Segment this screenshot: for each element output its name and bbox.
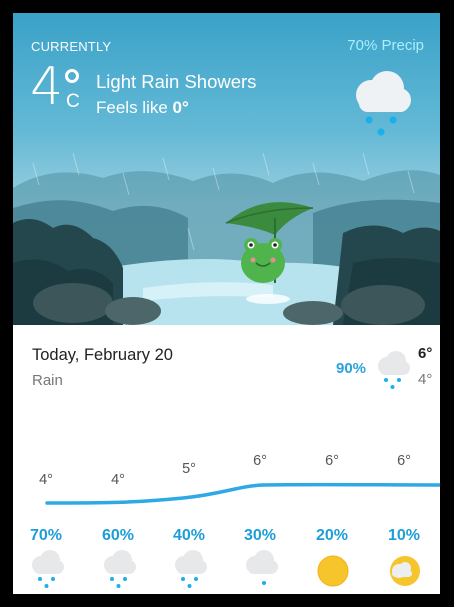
temperature-unit: C bbox=[66, 91, 80, 112]
feels-like-value: 0° bbox=[172, 98, 189, 117]
rainy-frog-illustration bbox=[13, 152, 440, 325]
current-conditions-panel[interactable]: CURRENTLY 70% Precip 4 C Light Rain Show… bbox=[13, 13, 440, 325]
today-precip: 90% bbox=[336, 360, 367, 377]
hour-precip: 70% bbox=[29, 527, 63, 544]
temperature-trend-line bbox=[45, 482, 440, 505]
current-temperature: 4 bbox=[30, 57, 64, 117]
hour-precip: 10% bbox=[387, 527, 421, 544]
rain-cloud-icon bbox=[378, 351, 410, 389]
hour-precip: 30% bbox=[243, 527, 277, 544]
today-title: Today, February 20 bbox=[32, 346, 173, 364]
hour-temp: 6° bbox=[253, 453, 267, 469]
hour-temp: 6° bbox=[397, 453, 411, 469]
rain-cloud-icon bbox=[175, 550, 207, 588]
hour-precip: 40% bbox=[172, 527, 206, 544]
degree-symbol bbox=[65, 69, 79, 83]
feels-like-label: Feels like bbox=[96, 98, 173, 117]
rain-cloud-icon bbox=[246, 550, 278, 585]
rain-cloud-icon bbox=[104, 550, 136, 588]
today-low: 4° bbox=[418, 371, 433, 388]
weather-card: CURRENTLY 70% Precip 4 C Light Rain Show… bbox=[13, 13, 440, 594]
today-high: 6° bbox=[418, 345, 433, 362]
current-precip: 70% Precip bbox=[347, 37, 424, 54]
current-condition: Light Rain Showers bbox=[96, 71, 257, 92]
currently-label: CURRENTLY bbox=[31, 39, 112, 54]
today-condition: Rain bbox=[32, 372, 63, 389]
hour-temp: 6° bbox=[325, 453, 339, 469]
hour-precip: 20% bbox=[315, 527, 349, 544]
partly-cloudy-icon bbox=[390, 556, 420, 586]
rain-cloud-icon bbox=[356, 71, 411, 136]
hour-precip: 60% bbox=[101, 527, 135, 544]
sun-icon bbox=[317, 555, 349, 587]
feels-like: Feels like 0° bbox=[96, 98, 189, 118]
rain-cloud-icon bbox=[32, 550, 64, 588]
